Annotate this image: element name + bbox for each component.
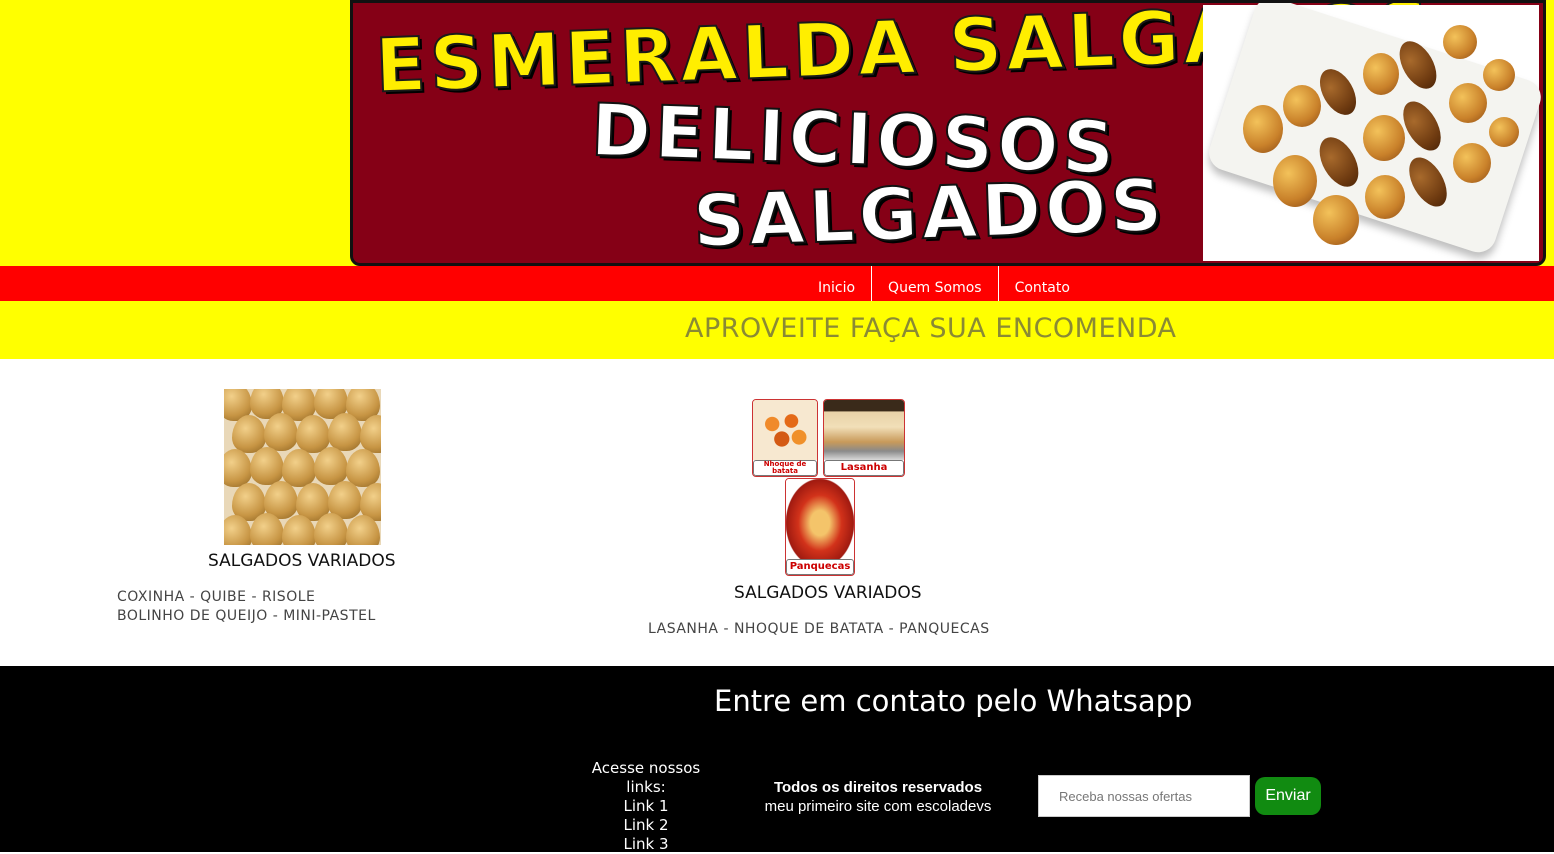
product-desc-line1: COXINHA - QUIBE - RISOLE: [117, 589, 316, 605]
thumb-panquecas: Panquecas: [785, 478, 855, 576]
nav-item-quem-somos[interactable]: Quem Somos: [872, 266, 999, 301]
copyright-block: Todos os direitos reservados meu primeir…: [740, 778, 1016, 816]
product-desc-line2: BOLINHO DE QUEIJO - MINI-PASTEL: [117, 608, 376, 624]
banner-snacks-photo: [1203, 3, 1543, 261]
coxinha-photo: [224, 389, 381, 545]
site-footer: Entre em contato pelo Whatsapp Acesse no…: [0, 666, 1554, 854]
thumb-nhoque: Nhoque de batata: [752, 399, 818, 477]
send-button[interactable]: Enviar: [1255, 777, 1321, 815]
banner-slogan-line2: SALGADOS: [691, 162, 1169, 264]
nav-list: Inicio Quem Somos Contato: [802, 266, 1086, 301]
footer-link-3[interactable]: Link 3: [573, 835, 719, 854]
promo-banner: APROVEITE FAÇA SUA ENCOMENDA: [0, 301, 1554, 359]
thumb-lasanha: Lasanha: [823, 399, 905, 477]
product-title-massas: SALGADOS VARIADOS: [734, 583, 922, 603]
footer-link-1[interactable]: Link 1: [573, 797, 719, 816]
nav-item-contato[interactable]: Contato: [999, 266, 1086, 301]
thumb-label-nhoque: Nhoque de batata: [753, 460, 817, 476]
copyright-subtext: meu primeiro site com escoladevs: [764, 798, 992, 815]
product-desc-massas: LASANHA - NHOQUE DE BATATA - PANQUECAS: [648, 621, 990, 637]
newsletter-input[interactable]: Receba nossas ofertas: [1038, 775, 1250, 817]
thumb-label-lasanha: Lasanha: [824, 460, 904, 476]
footer-links: Acesse nossos links: Link 1 Link 2 Link …: [573, 759, 719, 854]
copyright-text: Todos os direitos reservados: [773, 779, 983, 796]
footer-title: Entre em contato pelo Whatsapp: [714, 684, 1193, 718]
product-title-salgados: SALGADOS VARIADOS: [208, 551, 396, 571]
links-heading: Acesse nossos links:: [591, 759, 701, 796]
products-section: SALGADOS VARIADOS COXINHA - QUIBE - RISO…: [0, 359, 1554, 666]
footer-link-2[interactable]: Link 2: [573, 816, 719, 835]
site-header: ESMERALDA SALGADOS DELICIOSOS SALGADOS: [0, 0, 1554, 266]
header-banner: ESMERALDA SALGADOS DELICIOSOS SALGADOS: [350, 0, 1546, 266]
nav-item-inicio[interactable]: Inicio: [802, 266, 873, 301]
promo-text: APROVEITE FAÇA SUA ENCOMENDA: [685, 313, 1177, 344]
thumb-label-panquecas: Panquecas: [786, 559, 854, 575]
main-nav: Inicio Quem Somos Contato: [0, 266, 1554, 301]
